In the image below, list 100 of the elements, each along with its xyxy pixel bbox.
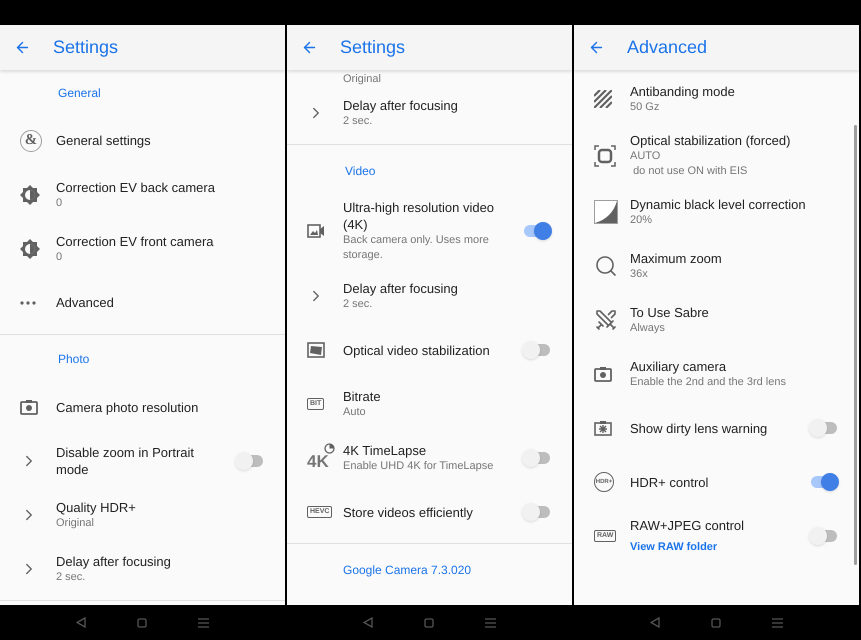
settings-item[interactable]: Maximum zoom 36x (574, 239, 859, 293)
item-title: Ultra-high resolution video (4K) (343, 199, 496, 233)
item-subtitle: do not use ON with EIS (632, 164, 748, 179)
item-subtitle: Original (56, 516, 95, 531)
toggle-switch[interactable] (811, 419, 837, 437)
camera-lens-icon (594, 420, 612, 436)
version-link[interactable]: Google Camera 7.3.020 (343, 561, 472, 579)
home-icon[interactable] (710, 618, 721, 628)
toggle-switch[interactable] (524, 503, 550, 521)
item-subtitle: Enable UHD 4K for TimeLapse (343, 459, 494, 474)
home-icon[interactable] (136, 618, 147, 628)
view-folder-link[interactable]: View RAW folder (630, 540, 718, 555)
item-title: Auxiliary camera (630, 358, 728, 375)
video-icon (307, 224, 325, 238)
back-icon[interactable] (362, 617, 373, 628)
item-subtitle: 2 sec. (343, 297, 374, 312)
settings-item[interactable]: 4K 4K TimeLapse Enable UHD 4K for TimeLapse (287, 431, 572, 485)
settings-item[interactable]: Optical stabilization (forced) AUTO do not use ON with EIS (574, 126, 859, 185)
section-header: Video (345, 163, 376, 180)
item-title: Maximum zoom (630, 250, 723, 267)
item-subtitle: 36x (630, 267, 649, 282)
item-subtitle: AUTO (630, 149, 662, 164)
item-title: Correction EV front camera (56, 232, 215, 250)
camera-icon (594, 366, 612, 382)
screen-title: Advanced (627, 36, 708, 59)
settings-item[interactable]: Show dirty lens warning (574, 401, 859, 455)
item-title: 4K TimeLapse (343, 442, 428, 459)
settings-item[interactable]: Delay after focusing 2 sec. (287, 269, 572, 323)
toggle-switch[interactable] (237, 452, 263, 470)
home-icon[interactable] (424, 618, 434, 628)
toggle-switch[interactable] (524, 449, 550, 467)
item-title: Delay after focusing (343, 280, 459, 297)
item-title: To Use Sabre (630, 304, 710, 321)
stabilization-icon (307, 342, 325, 358)
menu-icon[interactable] (485, 618, 496, 628)
settings-item[interactable]: Camera photo resolution (0, 380, 285, 434)
toggle-switch[interactable] (524, 222, 550, 240)
toggle-switch[interactable] (524, 341, 550, 359)
timer-icon (324, 442, 335, 454)
item-title: HDR+ control (630, 474, 710, 490)
item-subtitle: Always (630, 321, 666, 336)
item-title: RAW+JPEG control (630, 517, 746, 534)
item-title: Optical video stabilization (343, 342, 491, 358)
toggle-switch[interactable] (811, 527, 837, 545)
settings-item[interactable]: Disable zoom in Portrait mode (0, 434, 285, 488)
camera-icon (20, 399, 38, 415)
resolution-label: 4K (307, 452, 329, 470)
back-icon[interactable] (76, 617, 86, 628)
item-title: Dynamic black level correction (630, 196, 807, 213)
item-title: Delay after focusing (343, 97, 459, 114)
item-title: Store videos efficiently (343, 504, 474, 520)
item-subtitle: 0 (56, 250, 64, 264)
item-title: Antibanding mode (630, 83, 736, 100)
item-subtitle: 50 Gz (630, 100, 660, 115)
settings-item[interactable]: Correction EV front camera 0 (0, 222, 285, 276)
item-subtitle: Original (343, 72, 381, 86)
item-title: Correction EV back camera (56, 178, 216, 196)
settings-item[interactable]: Ultra-high resolution video (4K) Back camera only. Uses more storage. (287, 193, 572, 269)
settings-item[interactable]: Dynamic black level correction 20% (574, 185, 859, 239)
item-title: Optical stabilization (forced) (630, 132, 792, 149)
section-header: General (58, 84, 101, 102)
settings-item[interactable]: & General settings (0, 114, 285, 168)
magnifier-icon (594, 254, 618, 278)
brightness-icon (20, 238, 40, 258)
settings-item[interactable]: Advanced (0, 276, 285, 330)
settings-item[interactable]: Correction EV back camera 0 (0, 168, 285, 222)
section-header: Photo (58, 351, 90, 368)
back-icon[interactable] (650, 617, 660, 628)
screen-title: Settings (53, 36, 118, 59)
settings-item[interactable]: Delay after focusing 2 sec. (0, 542, 285, 596)
item-subtitle: 2 sec. (343, 114, 374, 129)
item-subtitle: 0 (56, 196, 64, 210)
item-title: Quality HDR+ (56, 499, 137, 516)
ampersand-badge: & (20, 130, 42, 152)
settings-item[interactable]: To Use Sabre Always (574, 293, 859, 347)
more-icon (20, 300, 36, 304)
item-subtitle: 2 sec. (56, 570, 86, 585)
item-title: Show dirty lens warning (630, 420, 768, 436)
item-title: Bitrate (343, 388, 382, 405)
menu-icon[interactable] (772, 618, 784, 628)
scrollbar[interactable] (854, 125, 857, 565)
settings-item[interactable]: Optical video stabilization (287, 323, 572, 377)
settings-item[interactable]: Antibanding mode 50 Gz (574, 72, 859, 126)
item-subtitle: Auto (343, 405, 367, 420)
toggle-switch[interactable] (811, 473, 837, 491)
back-arrow-icon[interactable] (588, 39, 605, 56)
focus-frame-icon (594, 144, 616, 166)
item-title: Advanced (56, 294, 115, 311)
swords-icon (594, 308, 618, 332)
screen-title: Settings (340, 36, 406, 59)
item-title: Camera photo resolution (56, 398, 200, 416)
item-subtitle: 20% (630, 213, 654, 228)
settings-item[interactable]: Delay after focusing 2 sec. (287, 86, 572, 140)
item-title: General settings (56, 132, 152, 149)
item-subtitle: Enable the 2nd and the 3rd lens (630, 375, 787, 390)
menu-icon[interactable] (198, 618, 210, 628)
settings-item[interactable]: Auxiliary camera Enable the 2nd and the 3rd lens (574, 347, 859, 401)
item-title: Delay after focusing (56, 553, 172, 570)
settings-item[interactable]: Quality HDR+ Original (0, 488, 285, 542)
stripes-icon (594, 90, 612, 108)
